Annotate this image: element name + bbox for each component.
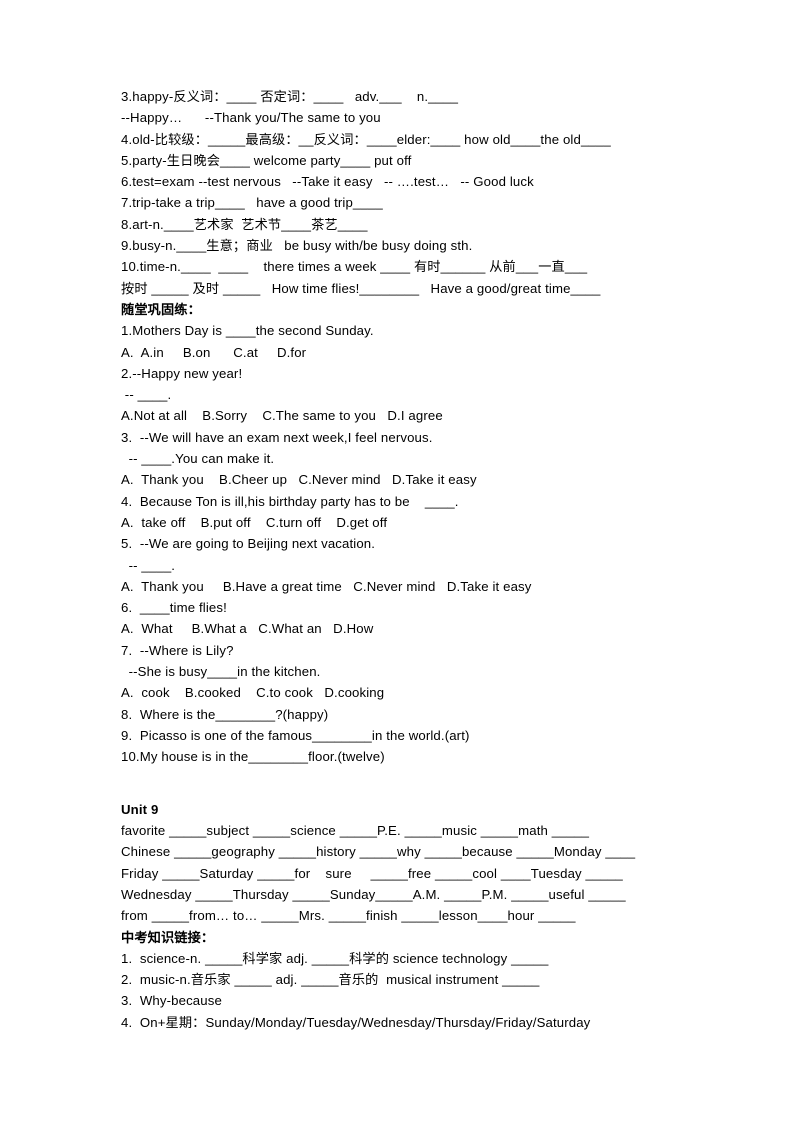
practice-question: 4. Because Ton is ill,his birthday party…	[121, 493, 459, 509]
unit9-word-line: Friday _____Saturday _____for sure _____…	[121, 865, 623, 881]
practice-options: A.Not at all B.Sorry C.The same to you D…	[121, 408, 443, 424]
vocab-note-line: --Happy… --Thank you/The same to you	[121, 110, 381, 126]
exam-link-item: 3. Why-because	[121, 993, 222, 1009]
vocab-note-line: 8.art-n.____艺术家 艺术节____茶艺____	[121, 216, 368, 232]
practice-question: 10.My house is in the________floor.(twel…	[121, 749, 385, 765]
unit9-word-line: Chinese _____geography _____history ____…	[121, 844, 636, 860]
exam-link-item: 1. science-n. _____科学家 adj. _____科学的 sci…	[121, 950, 549, 966]
practice-question: 7. --Where is Lily?	[121, 642, 234, 658]
practice-question: 3. --We will have an exam next week,I fe…	[121, 429, 433, 445]
vocab-note-line: 10.time-n.____ ____ there times a week _…	[121, 259, 588, 275]
practice-reply: -- ____.You can make it.	[121, 451, 275, 467]
unit9-word-line: Wednesday _____Thursday _____Sunday_____…	[121, 886, 626, 902]
practice-question: 8. Where is the________?(happy)	[121, 706, 329, 722]
practice-options: A. cook B.cooked C.to cook D.cooking	[121, 685, 385, 701]
unit9-word-line: favorite _____subject _____science _____…	[121, 823, 590, 839]
practice-reply: --She is busy____in the kitchen.	[121, 664, 321, 680]
practice-section-heading: 随堂巩固练：	[121, 301, 201, 317]
unit9-heading: Unit 9	[121, 801, 159, 817]
exam-links-section: 中考知识链接： 1. science-n. _____科学家 adj. ____…	[121, 927, 734, 1033]
practice-question: 9. Picasso is one of the famous________i…	[121, 727, 470, 743]
vocab-note-line: 5.party-生日晚会____ welcome party____ put o…	[121, 152, 412, 168]
practice-question: 5. --We are going to Beijing next vacati…	[121, 536, 376, 552]
practice-options: A. What B.What a C.What an D.How	[121, 621, 374, 637]
practice-options: A. take off B.put off C.turn off D.get o…	[121, 514, 388, 530]
practice-options: A. Thank you B.Cheer up C.Never mind D.T…	[121, 472, 477, 488]
practice-question: 1.Mothers Day is ____the second Sunday.	[121, 323, 374, 339]
exam-link-item: 4. On+星期：Sunday/Monday/Tuesday/Wednesday…	[121, 1014, 591, 1030]
practice-options: A. Thank you B.Have a great time C.Never…	[121, 578, 532, 594]
unit9-section: Unit 9 favorite _____subject _____scienc…	[121, 799, 734, 927]
vocab-note-line: 9.busy-n.____生意；商业 be busy with/be busy …	[121, 238, 473, 254]
vocab-note-line: 4.old-比较级：_____最高级：__反义词：____elder:____ …	[121, 131, 611, 147]
vocab-notes-block: 3.happy-反义词：____ 否定词：____ adv.___ n.____…	[121, 86, 734, 299]
vocab-note-line: 3.happy-反义词：____ 否定词：____ adv.___ n.____	[121, 89, 459, 104]
document-page: 3.happy-反义词：____ 否定词：____ adv.___ n.____…	[0, 0, 794, 1123]
vocab-note-line: 6.test=exam --test nervous --Take it eas…	[121, 174, 534, 190]
practice-reply: -- ____.	[121, 557, 176, 573]
practice-section: 随堂巩固练： 1.Mothers Day is ____the second S…	[121, 299, 734, 768]
practice-question: 6. ____time flies!	[121, 600, 227, 616]
vocab-note-line: 按时 _____ 及时 _____ How time flies!_______…	[121, 280, 601, 296]
unit9-word-line: from _____from… to… _____Mrs. _____finis…	[121, 908, 576, 924]
vocab-note-line: 7.trip-take a trip____ have a good trip_…	[121, 195, 383, 211]
exam-links-heading: 中考知识链接：	[121, 929, 215, 945]
practice-reply: -- ____.	[121, 387, 172, 403]
exam-link-item: 2. music-n.音乐家 _____ adj. _____音乐的 music…	[121, 972, 540, 988]
practice-options: A. A.in B.on C.at D.for	[121, 344, 307, 360]
practice-question: 2.--Happy new year!	[121, 365, 243, 381]
